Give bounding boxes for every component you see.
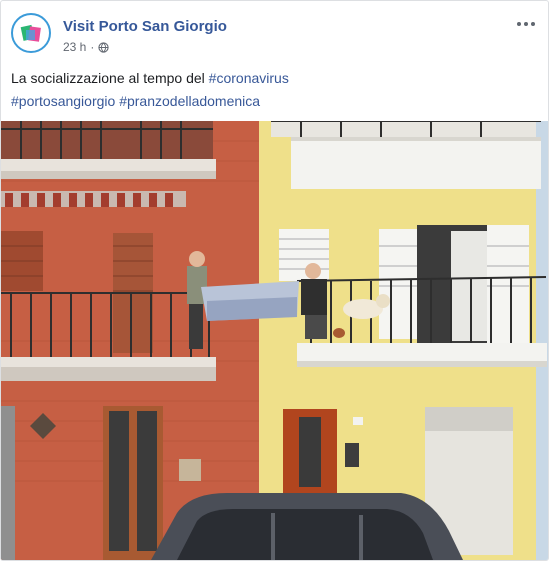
page-name-link[interactable]: Visit Porto San Giorgio	[63, 18, 227, 35]
facebook-post: Visit Porto San Giorgio 23 h · La social…	[0, 0, 549, 561]
hashtag-pranzodelladomenica[interactable]: #pranzodelladomenica	[119, 93, 260, 109]
post-text-plain: La socializzazione al tempo del	[11, 70, 209, 86]
hashtag-coronavirus[interactable]: #coronavirus	[209, 70, 289, 86]
hashtag-portosangiorgio[interactable]: #portosangiorgio	[11, 93, 115, 109]
dot	[531, 22, 535, 26]
post-photo[interactable]	[1, 120, 548, 560]
post-time[interactable]: 23 h	[63, 40, 86, 54]
post-meta: 23 h ·	[63, 40, 109, 54]
globe-icon[interactable]	[98, 41, 109, 53]
more-options-icon[interactable]	[514, 15, 538, 33]
page-avatar[interactable]	[11, 13, 51, 53]
dot	[517, 22, 521, 26]
post-text: La socializzazione al tempo del #coronav…	[11, 67, 538, 113]
post-header: Visit Porto San Giorgio 23 h ·	[11, 13, 538, 61]
photo-balcony-scene	[1, 120, 548, 560]
meta-separator: ·	[90, 40, 95, 54]
dot	[524, 22, 528, 26]
page-logo-icon	[20, 24, 41, 42]
